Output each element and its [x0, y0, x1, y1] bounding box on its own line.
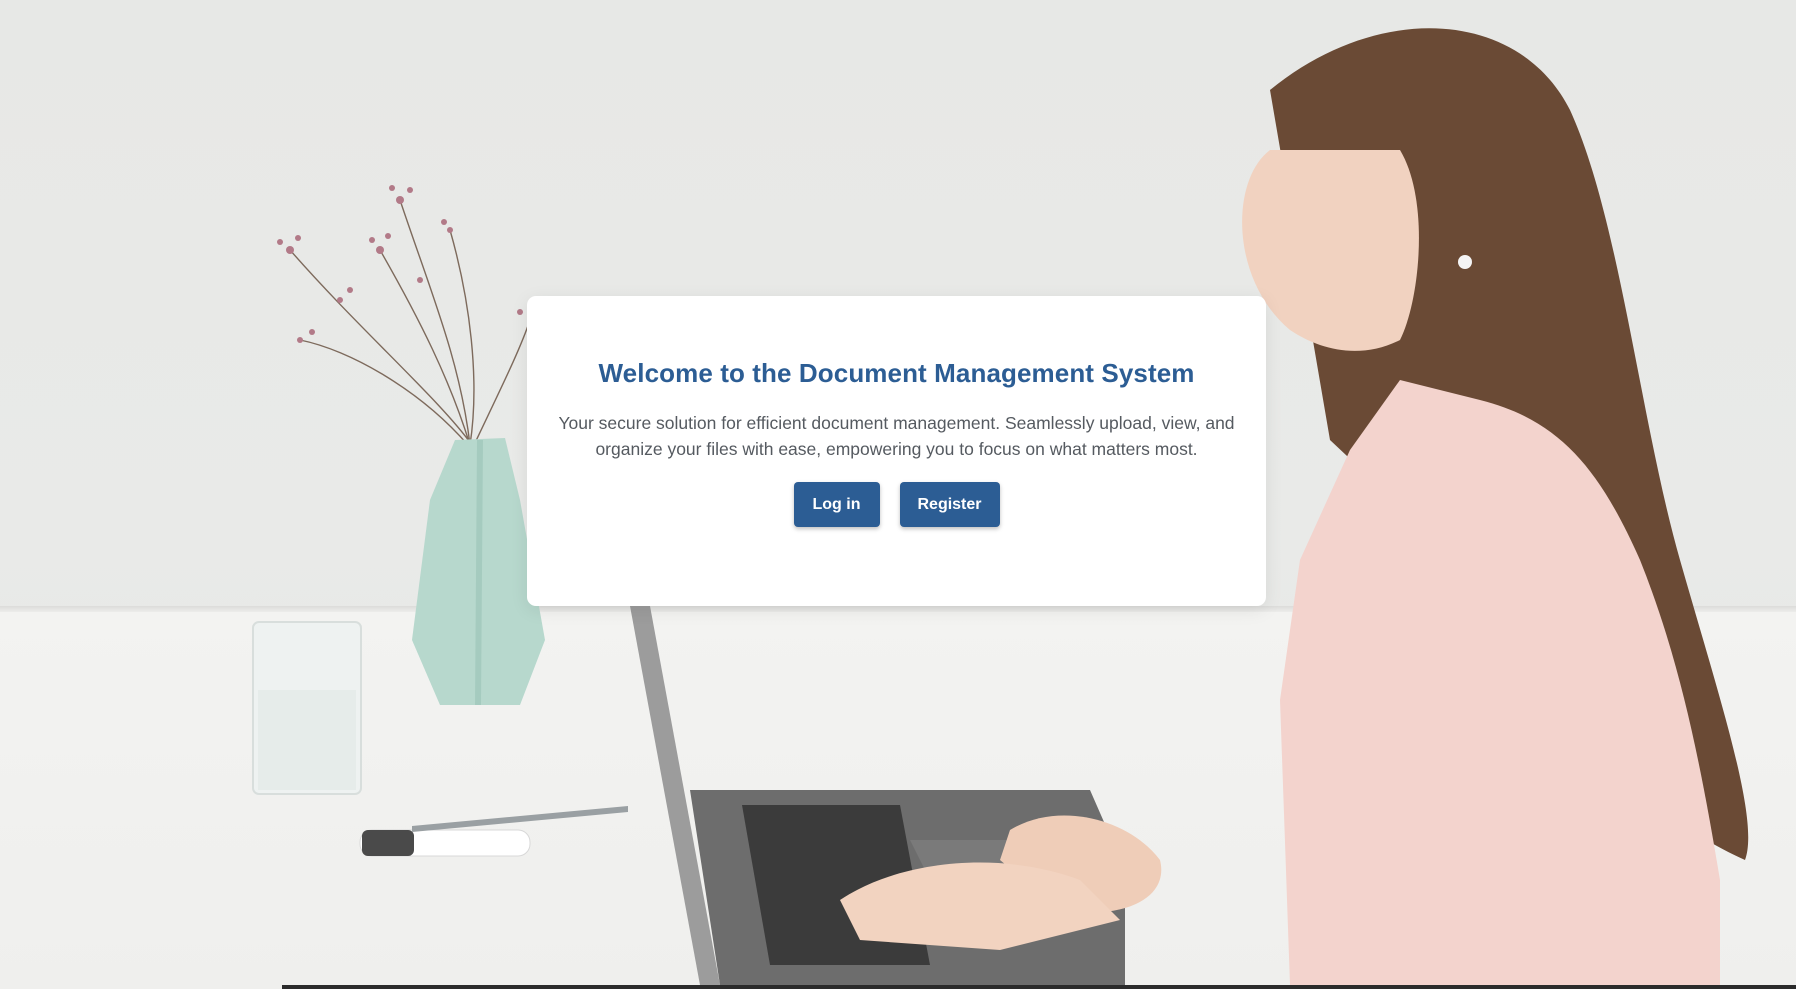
- marker-pen: [359, 806, 628, 857]
- landing-page: Welcome to the Document Management Syste…: [0, 0, 1796, 989]
- bottom-strip: [282, 985, 1796, 989]
- flower-blossoms: [277, 185, 533, 343]
- page-description: Your secure solution for efficient docum…: [558, 413, 1235, 459]
- register-button[interactable]: Register: [899, 482, 1000, 527]
- welcome-card: Welcome to the Document Management Syste…: [527, 296, 1266, 606]
- auth-actions: Log in Register: [527, 482, 1266, 527]
- dried-flowers: [289, 199, 531, 446]
- page-title: Welcome to the Document Management Syste…: [598, 358, 1195, 388]
- login-button[interactable]: Log in: [793, 482, 880, 527]
